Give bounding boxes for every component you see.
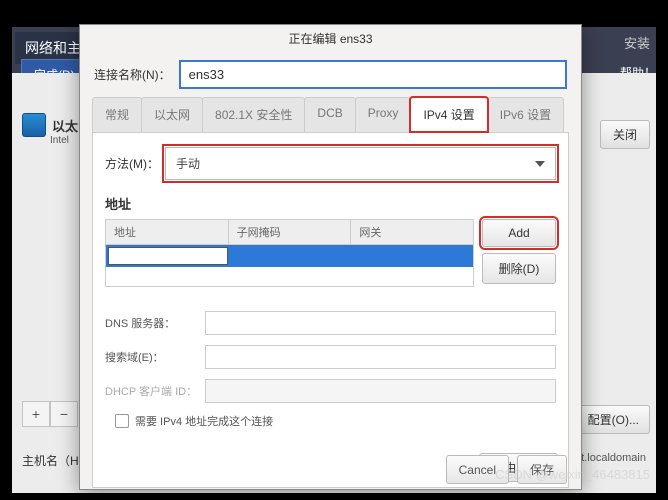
tab-dcb[interactable]: DCB xyxy=(304,97,355,132)
method-row: 方法(M)： 手动 xyxy=(105,147,556,180)
chevron-down-icon xyxy=(535,161,545,167)
edit-connection-dialog: 正在编辑 ens33 连接名称(N)： 常规 以太网 802.1X 安全性 DC… xyxy=(79,24,582,490)
address-cell-edit[interactable] xyxy=(108,247,228,265)
method-value: 手动 xyxy=(176,155,200,172)
bottom-button-row: + − xyxy=(22,401,78,427)
tab-general[interactable]: 常规 xyxy=(92,97,142,132)
nic-sublabel: Intel xyxy=(50,135,69,146)
require-ipv4-row[interactable]: 需要 IPv4 地址完成这个连接 xyxy=(115,413,556,429)
dns-row: DNS 服务器： xyxy=(105,311,556,335)
tabs-bar: 常规 以太网 802.1X 安全性 DCB Proxy IPv4 设置 IPv6… xyxy=(92,97,569,133)
search-domain-row: 搜索域(E)： xyxy=(105,345,556,369)
method-select[interactable]: 手动 xyxy=(165,147,556,180)
add-nic-button[interactable]: + xyxy=(22,401,50,427)
table-side-buttons: Add 删除(D) xyxy=(482,219,556,287)
require-ipv4-checkbox[interactable] xyxy=(115,414,129,428)
connection-name-row: 连接名称(N)： xyxy=(80,52,581,97)
dhcp-row: DHCP 客户端 ID： xyxy=(105,379,556,403)
nic-row[interactable]: 以太 xyxy=(22,113,78,137)
ethernet-icon xyxy=(22,113,46,137)
outer-frame: 网络和主机 完成(D) 安装 帮助！ 以太 Intel 关闭 + − 配置(O)… xyxy=(0,0,668,500)
search-domain-input[interactable] xyxy=(205,345,556,369)
delete-address-button[interactable]: 删除(D) xyxy=(482,253,556,284)
dns-label: DNS 服务器： xyxy=(105,315,205,331)
mask-cell[interactable] xyxy=(230,245,352,267)
tab-ipv6[interactable]: IPv6 设置 xyxy=(487,97,564,132)
connection-name-input[interactable] xyxy=(179,60,567,89)
col-address: 地址 xyxy=(106,220,229,244)
add-address-button[interactable]: Add xyxy=(482,219,556,247)
addresses-section: 地址 子网掩码 网关 Add 删除(D) xyxy=(105,219,556,287)
tab-ethernet[interactable]: 以太网 xyxy=(141,97,203,132)
tab-ipv4[interactable]: IPv4 设置 xyxy=(410,97,487,132)
col-gateway: 网关 xyxy=(351,220,473,244)
table-row[interactable] xyxy=(106,245,473,267)
ipv4-tab-body: 方法(M)： 手动 地址 地址 子网掩码 网关 xyxy=(92,133,569,488)
nic-label: 以太 xyxy=(52,116,78,135)
table-header: 地址 子网掩码 网关 xyxy=(106,220,473,245)
configure-button[interactable]: 配置(O)... xyxy=(577,405,650,434)
tab-security[interactable]: 802.1X 安全性 xyxy=(202,97,305,132)
remove-nic-button[interactable]: − xyxy=(50,401,78,427)
watermark: CSDN @weixin_46483815 xyxy=(495,467,650,482)
tab-proxy[interactable]: Proxy xyxy=(355,97,412,132)
dhcp-label: DHCP 客户端 ID： xyxy=(105,383,205,399)
dns-input[interactable] xyxy=(205,311,556,335)
gateway-cell[interactable] xyxy=(352,245,474,267)
close-button[interactable]: 关闭 xyxy=(600,120,650,149)
method-label: 方法(M)： xyxy=(105,155,165,172)
install-label: 安装 xyxy=(624,33,650,52)
dhcp-input xyxy=(205,379,556,403)
require-ipv4-label: 需要 IPv4 地址完成这个连接 xyxy=(135,413,273,429)
connection-name-label: 连接名称(N)： xyxy=(94,66,171,83)
col-mask: 子网掩码 xyxy=(229,220,352,244)
address-table[interactable]: 地址 子网掩码 网关 xyxy=(105,219,474,287)
search-domain-label: 搜索域(E)： xyxy=(105,349,205,365)
form-rows: DNS 服务器： 搜索域(E)： DHCP 客户端 ID： 需要 IPv4 地址… xyxy=(105,311,556,429)
addresses-heading: 地址 xyxy=(105,194,556,213)
dialog-title: 正在编辑 ens33 xyxy=(80,25,581,52)
